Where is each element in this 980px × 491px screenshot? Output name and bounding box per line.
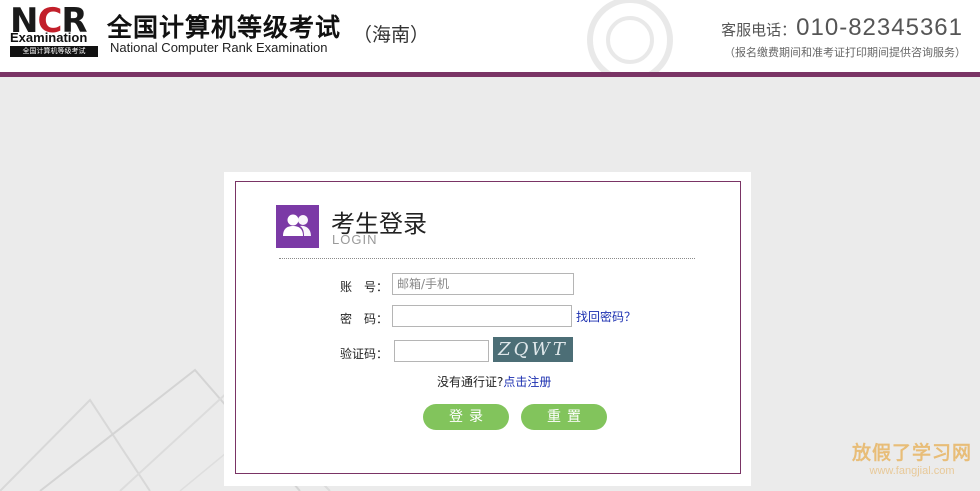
account-input[interactable] bbox=[392, 273, 574, 295]
users-icon bbox=[276, 205, 319, 248]
password-input[interactable] bbox=[392, 305, 572, 327]
login-panel: 考生登录 LOGIN 账 号： 密 码： 找回密码？ 验证码： ZQWT 没有通… bbox=[235, 181, 741, 474]
password-label: 密 码： bbox=[340, 312, 389, 326]
logo-exam-word: Examination bbox=[10, 30, 88, 45]
watermark-text: 放假了学习网 bbox=[851, 442, 972, 464]
login-subtitle: LOGIN bbox=[332, 232, 378, 247]
forgot-password-link[interactable]: 找回密码？ bbox=[576, 308, 636, 325]
hotline-label: 客服电话： bbox=[721, 21, 797, 39]
title-divider bbox=[279, 258, 695, 259]
register-line: 没有通行证?点击注册 bbox=[437, 373, 551, 390]
logo-band: 全国计算机等级考试 bbox=[10, 46, 98, 57]
captcha-image[interactable]: ZQWT bbox=[493, 337, 573, 362]
watermark-url: www.fangjial.com bbox=[869, 465, 955, 477]
account-label: 账 号： bbox=[340, 280, 389, 294]
site-header: NCR Examination 全国计算机等级考试 全国计算机等级考试 Nati… bbox=[0, 0, 980, 72]
site-title: 全国计算机等级考试 bbox=[107, 13, 342, 42]
region-label: （海南） bbox=[353, 24, 430, 46]
hotline-number: 010-82345361 bbox=[796, 14, 963, 41]
header-decoration bbox=[587, 0, 673, 72]
login-card: 考生登录 LOGIN 账 号： 密 码： 找回密码？ 验证码： ZQWT 没有通… bbox=[224, 172, 751, 486]
login-button[interactable]: 登录 bbox=[423, 404, 509, 430]
hotline-note: （报名缴费期间和准考证打印期间提供咨询服务） bbox=[724, 46, 966, 59]
register-prompt: 没有通行证? bbox=[437, 375, 504, 389]
site-watermark: 放假了学习网 www.fangjial.com bbox=[852, 438, 972, 477]
hotline: 客服电话：010-82345361 bbox=[721, 14, 963, 42]
site-title-english: National Computer Rank Examination bbox=[110, 40, 328, 55]
captcha-input[interactable] bbox=[394, 340, 489, 362]
header-divider bbox=[0, 72, 980, 77]
reset-button[interactable]: 重置 bbox=[521, 404, 607, 430]
register-link[interactable]: 点击注册 bbox=[503, 375, 551, 389]
ncre-logo: NCR Examination 全国计算机等级考试 bbox=[10, 4, 98, 57]
captcha-label: 验证码： bbox=[340, 347, 389, 361]
